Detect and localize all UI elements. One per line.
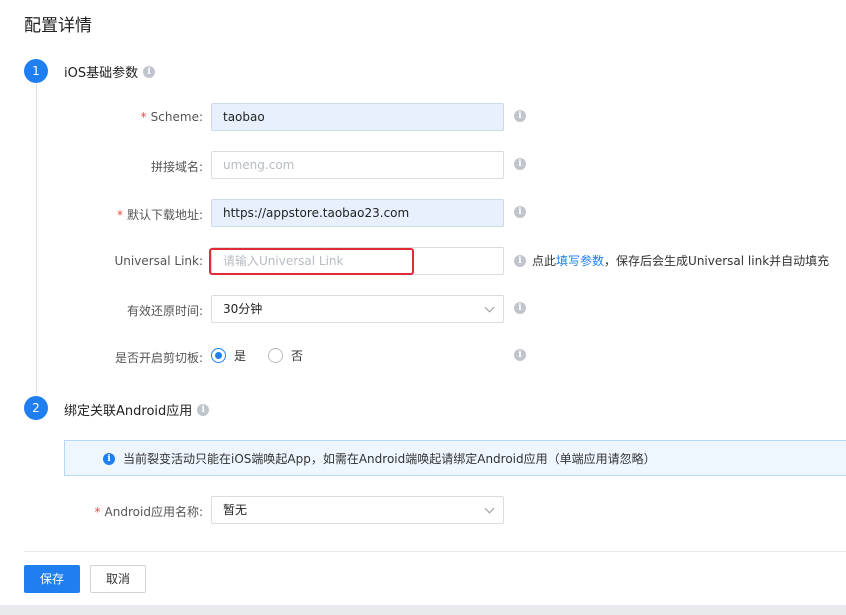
info-icon[interactable]: i: [514, 302, 526, 314]
domain-label: 拼接域名:: [150, 160, 203, 174]
android-notice-banner: i 当前裂变活动只能在iOS端唤起App，如需在Android端唤起请绑定And…: [64, 440, 846, 476]
fill-params-link[interactable]: 填写参数: [556, 252, 604, 269]
save-button[interactable]: 保存: [24, 565, 80, 593]
download-url-input[interactable]: [211, 199, 504, 227]
clipboard-radio-group: 是 否: [211, 347, 303, 364]
step-1-title-text: iOS基础参数: [64, 66, 139, 81]
config-card: 配置详情 1 iOS基础参数 i *Scheme: i 拼接域名: i *默认下…: [0, 0, 846, 605]
radio-yes-label[interactable]: 是: [234, 347, 246, 364]
chevron-down-icon: [484, 302, 495, 313]
info-icon[interactable]: i: [514, 158, 526, 170]
step-1-number: 1: [24, 59, 48, 83]
info-icon[interactable]: i: [514, 349, 526, 361]
scheme-input[interactable]: [211, 103, 504, 131]
universal-link-hint: i 点此 填写参数 ，保存后会生成Universal link并自动填充: [514, 252, 829, 269]
radio-no[interactable]: [268, 348, 284, 363]
download-url-label: * 默认下载地址:: [116, 208, 203, 222]
android-app-label: * Android应用名称:: [94, 505, 203, 519]
required-mark: *: [116, 208, 123, 222]
info-icon[interactable]: i: [514, 110, 526, 122]
annotation-highlight-box: [209, 248, 414, 275]
chevron-down-icon: [484, 503, 495, 514]
page-title: 配置详情: [24, 16, 92, 36]
clipboard-label: 是否开启剪切板:: [114, 351, 203, 365]
step-2-number: 2: [24, 396, 48, 420]
step-2-title: 绑定关联Android应用 i: [64, 400, 210, 419]
info-icon[interactable]: i: [514, 206, 526, 218]
step-1-title: iOS基础参数 i: [64, 62, 156, 81]
required-mark: *: [94, 505, 101, 519]
android-notice-text: 当前裂变活动只能在iOS端唤起App，如需在Android端唤起请绑定Andro…: [123, 451, 656, 466]
cancel-button[interactable]: 取消: [90, 565, 146, 593]
required-mark: *: [140, 110, 147, 124]
step-connector-line: [36, 84, 37, 394]
domain-input[interactable]: [211, 151, 504, 179]
restore-time-label: 有效还原时间:: [126, 304, 203, 318]
android-app-select[interactable]: 暂无: [211, 496, 504, 524]
restore-time-select[interactable]: 30分钟: [211, 295, 504, 323]
info-icon[interactable]: i: [143, 65, 156, 78]
universal-link-label: Universal Link:: [114, 254, 203, 268]
footer-divider: [24, 551, 846, 552]
step-2-title-text: 绑定关联Android应用: [64, 404, 193, 419]
scheme-label: * Scheme:: [140, 110, 203, 124]
radio-yes[interactable]: [211, 348, 226, 363]
info-icon[interactable]: i: [514, 254, 526, 267]
radio-no-label[interactable]: 否: [291, 347, 303, 364]
info-icon[interactable]: i: [197, 403, 210, 416]
info-icon: i: [103, 453, 115, 465]
